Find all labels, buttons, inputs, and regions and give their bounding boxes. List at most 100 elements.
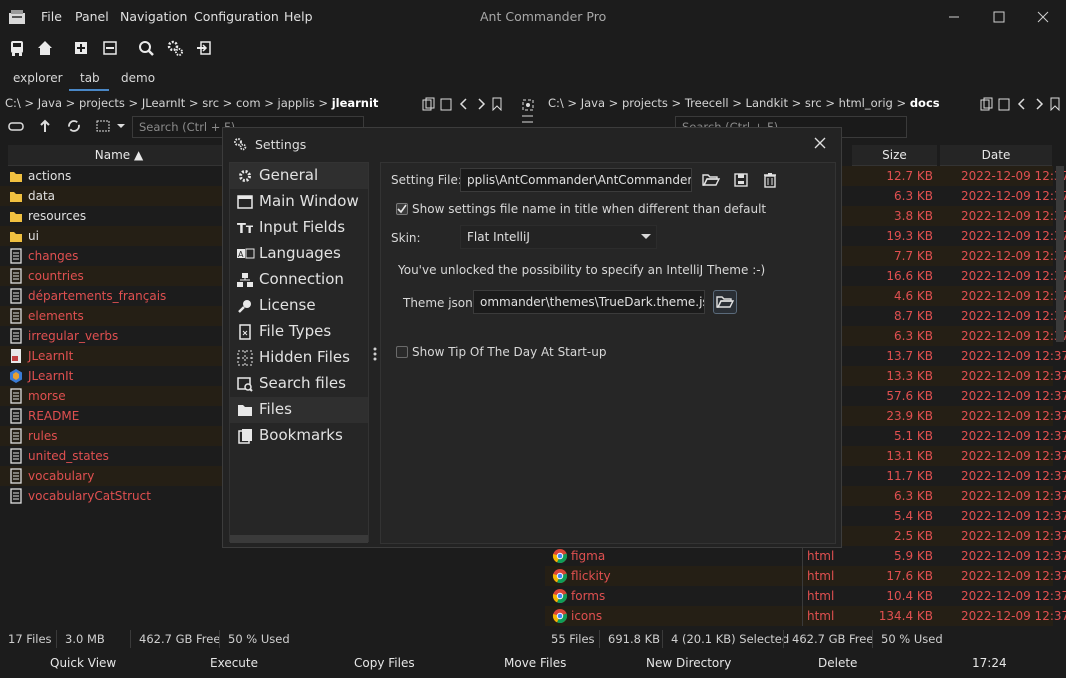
table-row[interactable]: flickity html 17.6 KB 2022-12-09 12:37: [545, 566, 1066, 586]
forward-icon[interactable]: [474, 97, 488, 111]
delete-button[interactable]: Delete: [818, 656, 857, 670]
right-total-size: 691.8 KB: [608, 632, 661, 646]
list-item[interactable]: countries: [0, 266, 222, 286]
menu-help[interactable]: Help: [284, 9, 313, 24]
menu-configuration[interactable]: Configuration: [194, 9, 279, 24]
list-item[interactable]: vocabulary: [0, 466, 222, 486]
refresh-icon[interactable]: [67, 119, 81, 133]
close-dialog-icon[interactable]: [813, 136, 827, 150]
quick-view-button[interactable]: Quick View: [50, 656, 116, 670]
drive-icon[interactable]: [8, 119, 24, 133]
file-name: icons: [571, 609, 603, 623]
exit-icon[interactable]: [194, 38, 214, 58]
copy-path-icon[interactable]: [980, 97, 994, 111]
nav-main-window[interactable]: Main Window: [230, 189, 368, 215]
bus-icon[interactable]: [7, 38, 27, 58]
tip-of-day-label[interactable]: Show Tip Of The Day At Start-up: [412, 345, 606, 359]
table-row[interactable]: figma html 5.9 KB 2022-12-09 12:37: [545, 546, 1066, 566]
copy-files-button[interactable]: Copy Files: [354, 656, 415, 670]
right-col-size[interactable]: Size: [852, 145, 937, 166]
file-date: 2022-12-09 12:37: [961, 329, 1066, 343]
save-icon[interactable]: [731, 170, 751, 190]
table-row[interactable]: forms html 10.4 KB 2022-12-09 12:37: [545, 586, 1066, 606]
folder-icon: [9, 188, 23, 204]
nav-connection[interactable]: Connection: [230, 267, 368, 293]
delete-icon[interactable]: [760, 170, 780, 190]
nav-license[interactable]: License: [230, 293, 368, 319]
nav-scrollbar[interactable]: [230, 535, 368, 543]
list-item[interactable]: vocabularyCatStruct: [0, 486, 222, 506]
minimize-icon[interactable]: [943, 6, 965, 28]
home-icon[interactable]: [35, 38, 55, 58]
menu-file[interactable]: File: [41, 9, 62, 24]
close-window-icon[interactable]: [1032, 6, 1054, 28]
list-item[interactable]: morse: [0, 386, 222, 406]
list-item[interactable]: rules: [0, 426, 222, 446]
browse-theme-button[interactable]: [713, 290, 737, 314]
swap-panels-icon[interactable]: [521, 112, 535, 126]
sync-panels-icon[interactable]: [521, 98, 535, 112]
bookmark-icon[interactable]: [490, 97, 504, 111]
remove-tab-icon[interactable]: [100, 38, 120, 58]
nav-hidden-files[interactable]: Hidden Files: [230, 345, 368, 371]
settings-gears-icon[interactable]: [165, 38, 185, 58]
nav-bookmarks[interactable]: Bookmarks: [230, 423, 368, 449]
list-item[interactable]: départements_français: [0, 286, 222, 306]
tab-tab[interactable]: tab: [80, 71, 100, 85]
nav-general[interactable]: General: [230, 163, 368, 189]
table-row[interactable]: icons html 134.4 KB 2022-12-09 12:37: [545, 606, 1066, 626]
crumb: JLearnIt: [141, 96, 186, 110]
list-item[interactable]: elements: [0, 306, 222, 326]
copy-path-icon[interactable]: [422, 97, 436, 111]
left-breadcrumb[interactable]: C:\ > Java > projects > JLearnIt > src >…: [5, 96, 378, 110]
left-col-name[interactable]: Name ▲: [8, 145, 230, 166]
list-item[interactable]: irregular_verbs: [0, 326, 222, 346]
tab-explorer[interactable]: explorer: [13, 71, 63, 85]
new-directory-button[interactable]: New Directory: [646, 656, 731, 670]
menu-panel[interactable]: Panel: [75, 9, 109, 24]
right-scrollbar[interactable]: [1056, 166, 1064, 342]
skin-select[interactable]: Flat IntelliJ: [460, 225, 657, 249]
splitter-handle-icon[interactable]: [373, 346, 377, 362]
nav-input-fields[interactable]: Tт Input Fields: [230, 215, 368, 241]
nav-file-types[interactable]: File Types: [230, 319, 368, 345]
bookmark-icon[interactable]: [1048, 97, 1062, 111]
list-item[interactable]: changes: [0, 246, 222, 266]
list-item[interactable]: README: [0, 406, 222, 426]
right-col-date[interactable]: Date: [940, 145, 1052, 166]
execute-button[interactable]: Execute: [210, 656, 258, 670]
copy-icon[interactable]: [439, 97, 453, 111]
list-item[interactable]: JLearnIt: [0, 346, 222, 366]
nav-search-files[interactable]: Search files: [230, 371, 368, 397]
open-folder-icon[interactable]: [701, 170, 721, 190]
tip-of-day-checkbox[interactable]: [396, 346, 408, 358]
view-mode-icon[interactable]: [96, 119, 110, 133]
list-item[interactable]: actions: [0, 166, 222, 186]
theme-json-input[interactable]: ommander\themes\TrueDark.theme.json: [473, 290, 705, 314]
list-item[interactable]: resources: [0, 206, 222, 226]
zoom-icon[interactable]: [136, 38, 156, 58]
move-files-button[interactable]: Move Files: [504, 656, 566, 670]
setting-file-input[interactable]: pplis\AntCommander\AntCommander.ini: [460, 168, 692, 192]
chevron-down-icon[interactable]: [115, 120, 129, 134]
add-tab-icon[interactable]: [71, 38, 91, 58]
right-breadcrumb[interactable]: C:\ > Java > projects > Treecell > Landk…: [548, 96, 940, 110]
list-item[interactable]: united_states: [0, 446, 222, 466]
show-settings-name-checkbox[interactable]: [396, 203, 408, 215]
list-item[interactable]: JLearnIt: [0, 366, 222, 386]
copy-icon[interactable]: [997, 97, 1011, 111]
back-icon[interactable]: [457, 97, 471, 111]
nav-languages[interactable]: A Languages: [230, 241, 368, 267]
file-icon: [9, 288, 23, 304]
nav-files[interactable]: Files: [230, 397, 368, 423]
file-date: 2022-12-09 12:37: [961, 369, 1066, 383]
show-settings-name-label[interactable]: Show settings file name in title when di…: [412, 202, 766, 216]
forward-icon[interactable]: [1032, 97, 1046, 111]
list-item[interactable]: data: [0, 186, 222, 206]
parent-dir-icon[interactable]: [38, 119, 52, 133]
back-icon[interactable]: [1015, 97, 1029, 111]
menu-navigation[interactable]: Navigation: [120, 9, 187, 24]
maximize-icon[interactable]: [988, 6, 1010, 28]
tab-demo[interactable]: demo: [121, 71, 155, 85]
list-item[interactable]: ui: [0, 226, 222, 246]
